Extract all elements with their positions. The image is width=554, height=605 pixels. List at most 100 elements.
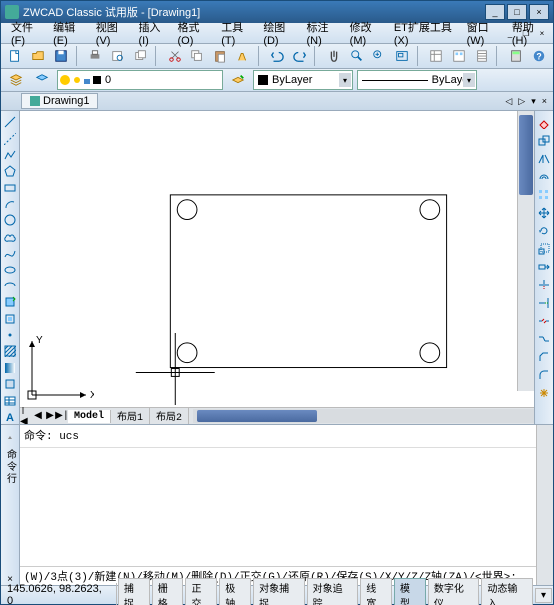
copy-obj-button[interactable] [536,133,552,149]
draw-toolbar: A [1,111,20,424]
layer-combo[interactable]: 0 [57,70,223,90]
join-button[interactable] [536,331,552,347]
coordinates-display[interactable]: 145.0626, 98.2623, 0 [1,583,117,605]
region-button[interactable] [2,377,18,391]
fillet-button[interactable] [536,367,552,383]
mtext-button[interactable]: A [2,410,18,424]
document-tab[interactable]: Drawing1 [21,93,98,109]
table-button[interactable] [2,393,18,407]
ellipse-arc-button[interactable] [2,279,18,293]
trim-button[interactable] [536,277,552,293]
polygon-button[interactable] [2,164,18,178]
polyline-button[interactable] [2,148,18,162]
layer-color-icon [92,75,102,85]
sub-close-button[interactable]: × [535,27,549,39]
command-history: 命令: ucs [20,425,536,448]
status-ortho[interactable]: 正交 [185,578,217,605]
lineweight-preview-icon [362,80,428,81]
move-button[interactable] [536,205,552,221]
insert-block-button[interactable] [2,295,18,309]
drawing-canvas[interactable]: X Y [20,111,534,407]
rectangle-button[interactable] [2,181,18,195]
tab-close-icon[interactable]: × [540,96,549,107]
document-tab-label: Drawing1 [43,95,89,107]
properties-toolbar: 0 ByLayer ▾ ByLayer ▾ [1,69,553,92]
status-polar[interactable]: 极轴 [219,578,251,605]
construction-line-button[interactable] [2,131,18,145]
status-tablet[interactable]: 数字化仪 [428,578,480,605]
tab-prev-button[interactable]: ◀ [32,409,44,423]
layout2-tab[interactable]: 布局2 [150,407,189,425]
tab-last-button[interactable]: ▶| [56,409,68,423]
sub-restore-button[interactable]: ❐ [519,27,533,39]
arc-button[interactable] [2,197,18,211]
status-osnap[interactable]: 对象捕捉 [253,578,305,605]
status-otrack[interactable]: 对象追踪 [307,578,359,605]
menu-format[interactable]: 格式(O) [172,17,216,49]
spline-button[interactable] [2,246,18,260]
status-lwt[interactable]: 线宽 [360,578,392,605]
menu-insert[interactable]: 插入(I) [132,17,171,49]
color-value: ByLayer [272,74,312,86]
command-panel-title: 命令行 [3,449,18,485]
sub-minimize-button[interactable]: _ [503,27,517,39]
crosshair-cursor [136,333,215,405]
tab-menu-icon[interactable]: ▾ [529,96,538,107]
stretch-button[interactable] [536,259,552,275]
mirror-button[interactable] [536,151,552,167]
menu-tools[interactable]: 工具(T) [215,17,257,49]
erase-button[interactable] [536,115,552,131]
vertical-scrollbar[interactable] [517,111,534,391]
menu-draw[interactable]: 绘图(D) [257,17,300,49]
offset-button[interactable] [536,169,552,185]
menu-file[interactable]: 文件(F) [5,17,47,49]
menubar: 文件(F) 编辑(E) 视图(V) 插入(I) 格式(O) 工具(T) 绘图(D… [1,23,553,44]
scale-button[interactable] [536,241,552,257]
menu-window[interactable]: 窗口(W) [461,17,506,49]
model-tab[interactable]: Model [68,410,111,423]
pin-icon[interactable] [4,429,16,441]
layer-manager-button[interactable] [5,69,27,91]
menu-view[interactable]: 视图(V) [90,17,133,49]
make-block-button[interactable] [2,312,18,326]
hatch-button[interactable] [2,344,18,358]
lineweight-combo[interactable]: ByLayer ▾ [357,70,477,90]
menu-dimension[interactable]: 标注(N) [300,17,343,49]
revcloud-button[interactable] [2,230,18,244]
color-combo[interactable]: ByLayer ▾ [253,70,353,90]
command-output [20,448,536,566]
extend-button[interactable] [536,295,552,311]
ellipse-button[interactable] [2,262,18,276]
layer-states-button[interactable] [31,69,53,91]
make-current-button[interactable] [227,69,249,91]
explode-button[interactable] [536,385,552,401]
status-grid[interactable]: 栅格 [152,578,184,605]
chevron-down-icon: ▾ [339,73,351,87]
point-button[interactable] [2,328,18,342]
status-model[interactable]: 模型 [394,578,426,605]
gradient-button[interactable] [2,361,18,375]
command-scrollbar[interactable] [536,425,553,585]
drawing-icon [30,96,40,106]
horizontal-scrollbar[interactable] [193,409,534,423]
document-tabs: Drawing1 ◁ ▷ ▾ × [1,92,553,111]
command-panel: 命令行 × 命令: ucs (W)/3点(3)/新建(N)/移动(M)/删除(D… [1,424,553,585]
layout1-tab[interactable]: 布局1 [111,407,150,425]
menu-edit[interactable]: 编辑(E) [47,17,90,49]
menu-modify[interactable]: 修改(M) [344,17,388,49]
status-menu-icon[interactable]: ▾ [535,588,552,603]
svg-text:X: X [90,390,94,401]
array-button[interactable] [536,187,552,203]
menu-et-tools[interactable]: ET扩展工具(X) [388,17,461,49]
line-button[interactable] [2,115,18,129]
tab-next-icon[interactable]: ▷ [516,96,527,107]
tab-first-button[interactable]: |◀ [20,409,32,423]
break-button[interactable] [536,313,552,329]
rotate-button[interactable] [536,223,552,239]
lightbulb-icon [60,75,70,85]
chamfer-button[interactable] [536,349,552,365]
tab-prev-icon[interactable]: ◁ [503,96,514,107]
circle-button[interactable] [2,213,18,227]
status-snap[interactable]: 捕捉 [118,578,150,605]
status-dyn[interactable]: 动态输入 [481,578,533,605]
